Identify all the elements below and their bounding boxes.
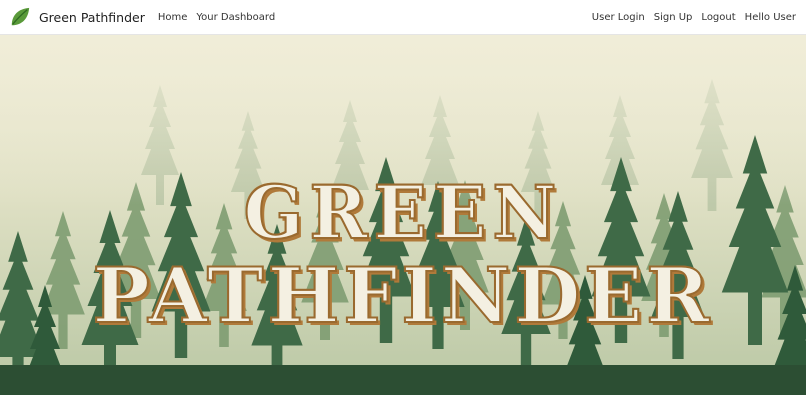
- top-navbar: Green Pathfinder Home Your Dashboard Use…: [0, 0, 806, 35]
- brand[interactable]: Green Pathfinder: [9, 6, 145, 28]
- nav-left: Home Your Dashboard: [158, 12, 284, 23]
- nav-hello-user[interactable]: Hello User: [745, 12, 796, 23]
- nav-sign-up-link[interactable]: Sign Up: [654, 12, 693, 23]
- nav-user-login-link[interactable]: User Login: [592, 12, 645, 23]
- nav-dashboard-link[interactable]: Your Dashboard: [196, 12, 275, 23]
- forest-background-image: [0, 35, 806, 395]
- leaf-icon: [11, 7, 30, 26]
- hero-banner: GREEN PATHFINDER: [0, 35, 806, 395]
- nav-home-link[interactable]: Home: [158, 12, 188, 23]
- brand-name[interactable]: Green Pathfinder: [39, 10, 145, 25]
- nav-logout-link[interactable]: Logout: [701, 12, 735, 23]
- nav-right: User Login Sign Up Logout Hello User: [592, 12, 796, 23]
